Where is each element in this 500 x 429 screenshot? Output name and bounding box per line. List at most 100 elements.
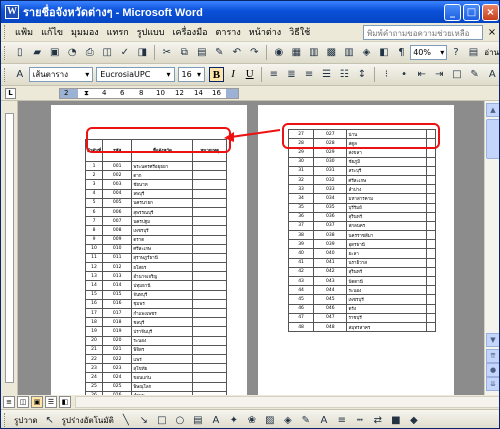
toolbar-grip[interactable] [4, 45, 7, 60]
print-icon[interactable]: ⎙ [82, 45, 98, 61]
reading-layout-icon[interactable]: ◧ [59, 396, 71, 408]
document-area[interactable]: ลำดับที่ รหัส ชื่อจังหวัด หมายเหตุ 1 001 พ… [18, 101, 484, 395]
save-icon[interactable]: ▣ [47, 45, 63, 61]
italic-icon[interactable]: I [226, 67, 241, 82]
diagram-icon[interactable]: ✦ [226, 412, 242, 428]
oval-icon[interactable]: ○ [172, 412, 188, 428]
web-layout-icon[interactable]: ◫ [17, 396, 29, 408]
picture-icon[interactable]: ▨ [262, 412, 278, 428]
clipart-icon[interactable]: ❀ [244, 412, 260, 428]
indent-marker-icon[interactable]: ⧗ [84, 89, 89, 98]
horizontal-ruler[interactable]: 2 ⧗ 4 6 8 10 12 14 16 [59, 88, 239, 99]
font-color-icon[interactable]: A [484, 67, 499, 83]
minimize-button[interactable]: _ [444, 3, 461, 21]
font-size-select[interactable]: 16 ▾ [177, 67, 206, 82]
fill-color-icon[interactable]: ◈ [280, 412, 296, 428]
increase-indent-icon[interactable]: ⇥ [432, 67, 448, 83]
align-center-icon[interactable]: ≣ [284, 67, 300, 83]
toolbar-grip[interactable] [4, 413, 7, 427]
open-folder-icon[interactable]: ▰ [29, 45, 45, 61]
thai-distributed-icon[interactable]: ☷ [336, 67, 352, 83]
style-select[interactable]: เส้นตาราง ▾ [28, 67, 94, 82]
redo-icon[interactable]: ↷ [247, 45, 263, 61]
menu-table[interactable]: ตาราง [212, 25, 245, 39]
normal-view-icon[interactable]: ≡ [3, 396, 15, 408]
undo-icon[interactable]: ↶ [229, 45, 245, 61]
tab-selector-button[interactable]: L [5, 88, 16, 99]
line-icon[interactable]: ╲ [118, 412, 134, 428]
permission-icon[interactable]: ◔ [64, 45, 80, 61]
next-page-icon[interactable]: ⇊ [486, 377, 499, 391]
textbox-icon[interactable]: ▤ [190, 412, 206, 428]
document-map-icon[interactable]: ◧ [376, 45, 392, 61]
menu-help[interactable]: วิธีใช้ [285, 25, 314, 39]
previous-page-icon[interactable]: ⇈ [486, 349, 499, 363]
close-button[interactable]: × [482, 3, 499, 21]
spelling-icon[interactable]: ✓ [117, 45, 133, 61]
vertical-ruler[interactable] [1, 101, 18, 395]
select-browse-object-icon[interactable]: ● [486, 363, 499, 377]
select-objects-icon[interactable]: ↖ [42, 412, 58, 428]
bullets-icon[interactable]: • [396, 67, 412, 83]
decrease-indent-icon[interactable]: ⇤ [414, 67, 430, 83]
help-icon[interactable]: ? [448, 45, 464, 61]
dash-style-icon[interactable]: ┅ [352, 412, 368, 428]
title-bar[interactable]: W รายชื่อจังหวัดต่างๆ - Microsoft Word _… [1, 1, 499, 23]
document-close-icon[interactable]: × [486, 27, 498, 38]
line-style-icon[interactable]: ≡ [334, 412, 350, 428]
maximize-button[interactable]: □ [463, 3, 480, 21]
format-painter-icon[interactable]: ✎ [212, 45, 228, 61]
paste-icon[interactable]: ▤ [194, 45, 210, 61]
scroll-down-icon[interactable]: ▼ [486, 333, 499, 347]
copy-icon[interactable]: ⧉ [177, 45, 193, 61]
scroll-up-icon[interactable]: ▲ [486, 103, 499, 117]
draw-menu-button[interactable]: รูปวาด [11, 414, 41, 427]
rectangle-icon[interactable]: □ [154, 412, 170, 428]
print-preview-icon[interactable]: ◫ [100, 45, 116, 61]
align-left-icon[interactable]: ≡ [266, 67, 282, 83]
vertical-scrollbar[interactable]: ▲ ▼ ⇈ ● ⇊ [484, 101, 499, 395]
cut-icon[interactable]: ✂ [159, 45, 175, 61]
read-icon[interactable]: ▤ [466, 45, 482, 61]
toolbar-grip[interactable] [4, 67, 7, 82]
print-layout-icon[interactable]: ▣ [31, 396, 43, 408]
zoom-select[interactable]: 40% ▾ [410, 45, 448, 60]
arrow-icon[interactable]: ↘ [136, 412, 152, 428]
line-spacing-icon[interactable]: ↕ [354, 67, 370, 83]
menu-window[interactable]: หน้าต่าง [245, 25, 285, 39]
arrow-style-icon[interactable]: ⇄ [370, 412, 386, 428]
align-right-icon[interactable]: ≡ [301, 67, 317, 83]
menu-file[interactable]: แฟ้ม [11, 25, 37, 39]
read-mode-button[interactable]: อ่าน [482, 46, 499, 59]
columns-icon[interactable]: ▥ [341, 45, 357, 61]
outside-border-icon[interactable]: □ [449, 67, 465, 83]
menu-view[interactable]: มุมมอง [67, 25, 103, 39]
hyperlink-icon[interactable]: ◉ [271, 45, 287, 61]
research-icon[interactable]: ◨ [135, 45, 151, 61]
menu-insert[interactable]: แทรก [103, 25, 133, 39]
help-question-input[interactable]: พิมพ์คำถามขอความช่วยเหลือ [363, 24, 483, 40]
bold-icon[interactable]: B [209, 67, 224, 82]
styles-icon[interactable]: A [12, 67, 28, 83]
new-document-icon[interactable]: ▯ [12, 45, 28, 61]
line-color-icon[interactable]: ✎ [298, 412, 314, 428]
drawing-icon[interactable]: ◈ [359, 45, 375, 61]
autoshapes-button[interactable]: รูปร่างอัตโนมัติ [59, 414, 117, 427]
menu-tools[interactable]: เครื่องมือ [168, 25, 211, 39]
outline-view-icon[interactable]: ☰ [45, 396, 57, 408]
numbering-icon[interactable]: ⁝ [379, 67, 395, 83]
menu-format[interactable]: รูปแบบ [133, 25, 169, 39]
horizontal-scrollbar[interactable] [75, 396, 499, 408]
menubar-grip[interactable] [4, 25, 7, 39]
show-hide-icon[interactable]: ¶ [394, 45, 410, 61]
tables-borders-icon[interactable]: ▦ [289, 45, 305, 61]
font-color-icon[interactable]: A [316, 412, 332, 428]
insert-table-icon[interactable]: ▥ [306, 45, 322, 61]
wordart-icon[interactable]: A [208, 412, 224, 428]
shadow-icon[interactable]: ■ [388, 412, 404, 428]
highlight-icon[interactable]: ✎ [467, 67, 483, 83]
underline-icon[interactable]: U [242, 67, 257, 82]
justify-icon[interactable]: ☰ [319, 67, 335, 83]
3d-icon[interactable]: ◆ [406, 412, 422, 428]
font-select[interactable]: EucrosiaUPC ▾ [96, 67, 175, 82]
